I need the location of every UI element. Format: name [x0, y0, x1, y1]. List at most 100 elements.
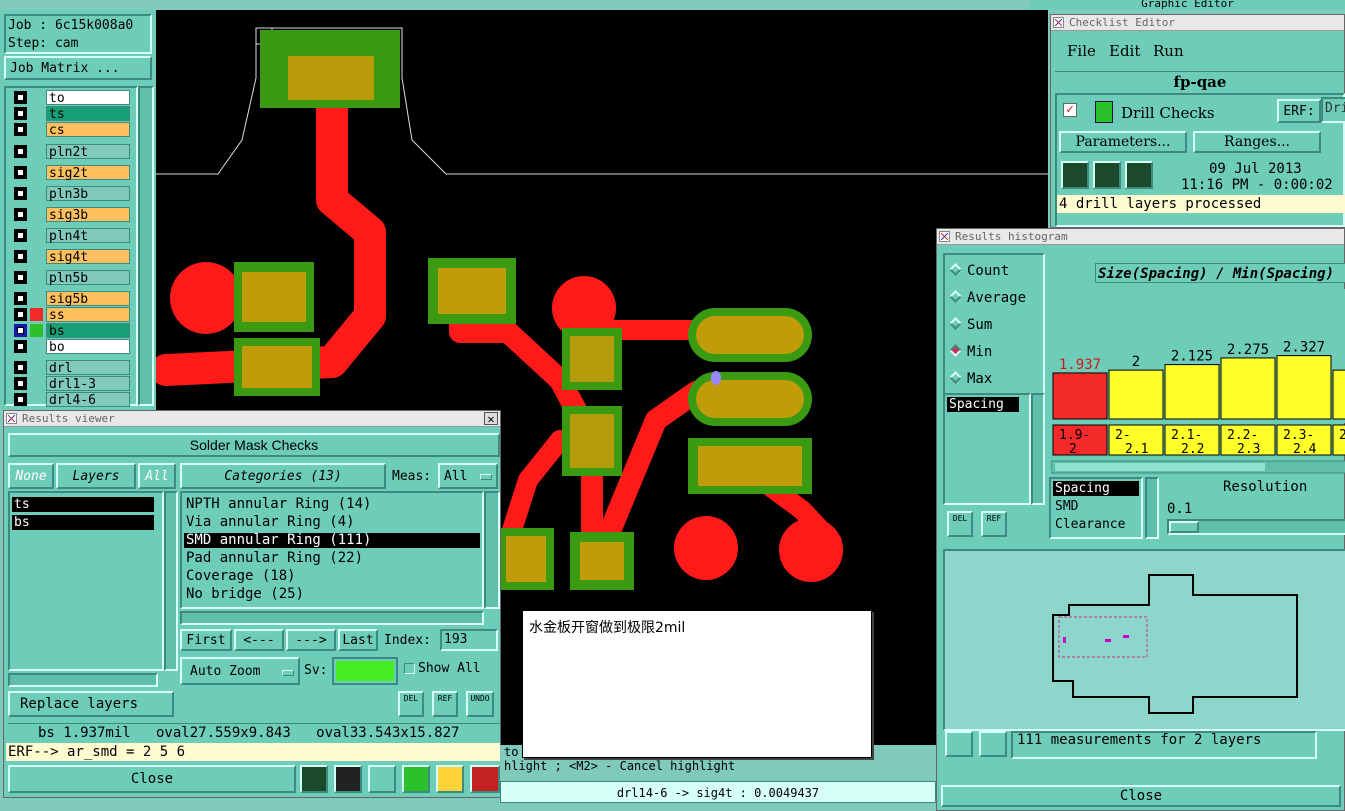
layer-name[interactable]: drl1-3 [46, 376, 130, 392]
layer-name[interactable]: pln5b [46, 270, 130, 286]
radio-sum[interactable] [949, 317, 962, 330]
run-selected-icon[interactable] [1093, 161, 1121, 189]
ref-button[interactable]: REF [432, 691, 458, 717]
preview-del-button[interactable] [945, 731, 973, 757]
histogram-bar[interactable] [1332, 369, 1345, 420]
layer-checkbox[interactable] [14, 271, 27, 284]
layer-row-sig4t[interactable]: sig4t [14, 249, 130, 265]
layer-name[interactable]: ss [46, 307, 130, 323]
close-icon[interactable]: ✕ [484, 412, 498, 425]
layer-row-drl[interactable]: drl [14, 360, 130, 376]
del-button[interactable]: DEL [947, 511, 973, 537]
layer-row-drl1-3[interactable]: drl1-3 [14, 376, 130, 392]
radio-min[interactable] [949, 344, 962, 357]
layer-checkbox[interactable] [14, 250, 27, 263]
category-item[interactable]: NPTH annular Ring (14) [184, 497, 480, 512]
ranges-button[interactable]: Ranges... [1193, 131, 1321, 153]
undo-button[interactable]: UNDO [466, 691, 494, 717]
layer-checkbox[interactable] [14, 229, 27, 242]
layer-name[interactable]: ts [46, 106, 130, 122]
layer-checkbox[interactable] [14, 308, 27, 321]
layers-hscroll[interactable] [8, 673, 158, 687]
meas-item[interactable]: Clearance [1053, 517, 1125, 532]
layer-scrollbar[interactable] [138, 86, 154, 406]
histogram-bar[interactable] [1052, 372, 1108, 420]
layer-checkbox[interactable] [14, 91, 27, 104]
histogram-close-button[interactable]: Close [941, 785, 1341, 807]
histogram-bar[interactable] [1108, 369, 1164, 420]
layer-checkbox[interactable] [14, 107, 27, 120]
viewer-close-button[interactable]: Close [8, 765, 296, 793]
layer-name[interactable]: sig2t [46, 165, 130, 181]
resolution-slider[interactable] [1167, 519, 1345, 535]
prev-button[interactable]: <--- [234, 629, 284, 651]
del-button[interactable]: DEL [398, 691, 424, 717]
layer-checkbox[interactable] [14, 145, 27, 158]
layer-icon[interactable] [300, 765, 328, 793]
job-matrix-button[interactable]: Job Matrix ... [4, 56, 152, 80]
layer-row-pln3b[interactable]: pln3b [14, 186, 130, 202]
layers-button[interactable]: Layers [56, 463, 136, 489]
category-item[interactable]: Pad annular Ring (22) [184, 551, 480, 566]
slider-thumb[interactable] [1169, 521, 1199, 533]
category-item[interactable]: Via annular Ring (4) [184, 515, 480, 530]
layer-name[interactable]: bs [46, 323, 130, 339]
categories-hscroll[interactable] [180, 611, 484, 625]
layer-name[interactable]: sig4t [46, 249, 130, 265]
check-enabled-checkbox[interactable]: ✓ [1063, 103, 1077, 117]
meas-item[interactable]: Spacing [1053, 481, 1139, 496]
list-item[interactable]: ts [12, 497, 154, 512]
notes-icon[interactable] [436, 765, 464, 793]
radio-count[interactable] [949, 263, 962, 276]
layer-row-sig3b[interactable]: sig3b [14, 207, 130, 223]
numbered-list-icon[interactable] [402, 765, 430, 793]
menu-edit[interactable]: Edit [1109, 42, 1140, 60]
category-item[interactable]: Coverage (18) [184, 569, 480, 584]
layer-checkbox[interactable] [14, 187, 27, 200]
layers-scrollbar[interactable] [164, 491, 178, 671]
next-button[interactable]: ---> [286, 629, 336, 651]
first-button[interactable]: First [180, 629, 232, 651]
index-input[interactable]: 193 [440, 629, 498, 651]
histogram-bar[interactable] [1276, 355, 1332, 420]
layer-checkbox[interactable] [14, 166, 27, 179]
none-button[interactable]: None [8, 463, 54, 489]
histogram-bar[interactable] [1220, 357, 1276, 420]
layer-row-sig2t[interactable]: sig2t [14, 165, 130, 181]
layer-row-ss[interactable]: ss [14, 307, 130, 323]
meas-item[interactable]: SMD [1053, 499, 1078, 514]
histogram-icon[interactable] [470, 765, 500, 793]
list-item[interactable]: bs [12, 515, 154, 530]
layer-name[interactable]: drl4-6 [46, 392, 130, 408]
radio-max[interactable] [949, 371, 962, 384]
categories-scrollbar[interactable] [484, 491, 500, 609]
category-item[interactable]: SMD annular Ring (111) [184, 533, 480, 548]
layer-checkbox[interactable] [14, 393, 27, 406]
layer-checkbox[interactable] [14, 123, 27, 136]
preview-ref-button[interactable] [979, 731, 1007, 757]
layer-name[interactable]: bo [46, 339, 130, 355]
layer-row-drl4-6[interactable]: drl4-6 [14, 392, 130, 408]
autozoom-select[interactable]: Auto Zoom [180, 657, 300, 685]
layer-checkbox[interactable] [14, 340, 27, 353]
layer-row-bo[interactable]: bo [14, 339, 130, 355]
histogram-bar[interactable] [1164, 364, 1220, 420]
layer-checkbox[interactable] [14, 292, 27, 305]
replace-layers-button[interactable]: Replace layers [8, 691, 174, 717]
layer-row-pln5b[interactable]: pln5b [14, 270, 130, 286]
layer-name[interactable]: sig3b [46, 207, 130, 223]
run-error-icon[interactable] [1125, 161, 1153, 189]
layer-name[interactable]: sig5b [46, 291, 130, 307]
menu-file[interactable]: File [1067, 42, 1096, 60]
list-item[interactable]: Spacing [947, 397, 1019, 412]
layer-row-pln4t[interactable]: pln4t [14, 228, 130, 244]
erf-field[interactable]: Dril [1321, 97, 1345, 123]
layer-name[interactable]: pln4t [46, 228, 130, 244]
layer-name[interactable]: pln3b [46, 186, 130, 202]
meas-select[interactable]: All [438, 463, 498, 489]
layer-name[interactable]: cs [46, 122, 130, 138]
layer-row-pln2t[interactable]: pln2t [14, 144, 130, 160]
radio-average[interactable] [949, 290, 962, 303]
layer-row-to[interactable]: to [14, 90, 130, 106]
layer-checkbox[interactable] [14, 361, 27, 374]
